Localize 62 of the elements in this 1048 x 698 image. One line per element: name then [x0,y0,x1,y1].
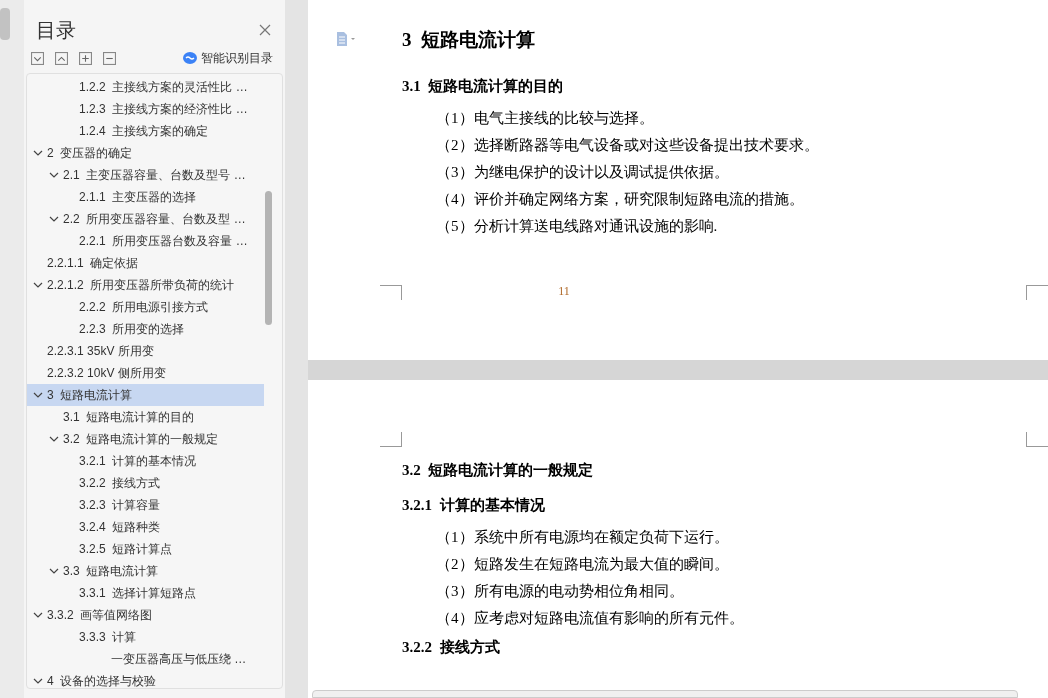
list-item: （4）评价并确定网络方案，研究限制短路电流的措施。 [436,190,805,209]
toc-item[interactable]: 3.2.3 计算容量 [27,494,264,516]
horizontal-scrollbar[interactable] [312,690,1018,698]
list-item: （3）所有电源的电动势相位角相同。 [436,582,685,601]
toc-item[interactable]: 2.2.3.2 10kV 侧所用变 [27,362,264,384]
toc-item[interactable]: 3 短路电流计算 [27,384,264,406]
chevron-icon[interactable] [49,434,59,444]
toc-item[interactable]: 3.2 短路电流计算的一般规定 [27,428,264,450]
plus-icon[interactable] [79,51,92,65]
list-item: （4）应考虑对短路电流值有影响的所有元件。 [436,609,745,628]
close-icon[interactable] [259,24,271,36]
toc-item[interactable]: 2 变压器的确定 [27,142,264,164]
list-item: （2）短路发生在短路电流为最大值的瞬间。 [436,555,730,574]
toc-item[interactable]: 2.2 所用变压器容量、台数及型 … [27,208,264,230]
chevron-icon[interactable] [49,170,59,180]
toc-item[interactable]: 3.1 短路电流计算的目的 [27,406,264,428]
toc-item[interactable]: 3.2.5 短路计算点 [27,538,264,560]
toc-item[interactable]: 2.2.2 所用电源引接方式 [27,296,264,318]
toc-item[interactable]: 4 设备的选择与校验 [27,670,264,692]
subheading: 3.2.1 计算的基本情况 [402,495,546,515]
toc-item[interactable]: 2.2.3.1 35kV 所用变 [27,340,264,362]
toc-item[interactable]: 2.1.1 主变压器的选择 [27,186,264,208]
toc-item[interactable]: 2.2.3 所用变的选择 [27,318,264,340]
chevron-icon[interactable] [49,566,59,576]
subheading: 3.2 短路电流计算的一般规定 [402,461,595,480]
toc-item[interactable]: 3.2.2 接线方式 [27,472,264,494]
chevron-icon[interactable] [33,390,43,400]
heading: 3 短路电流计算 [402,28,536,52]
minus-icon[interactable] [103,51,116,65]
chevron-icon[interactable] [33,676,43,686]
list-item: （1）系统中所有电源均在额定负荷下运行。 [436,528,730,547]
toc-item[interactable]: 1.2.2 主接线方案的灵活性比 … [27,76,264,98]
toc-item[interactable]: 1.2.3 主接线方案的经济性比 … [27,98,264,120]
chevron-icon[interactable] [33,148,43,158]
subheading: 3.2.2 接线方式 [402,638,501,657]
list-item: （5）分析计算送电线路对通讯设施的影响. [436,217,719,236]
list-item: （1）电气主接线的比较与选择。 [436,109,655,128]
toc-item[interactable]: 3.3 短路电流计算 [27,560,264,582]
list-item: （3）为继电保护的设计以及调试提供依据。 [436,163,730,182]
toc-item[interactable]: 3.3.2 画等值网络图 [27,604,264,626]
collapse-all-icon[interactable] [55,51,68,65]
panel-title: 目录 [36,18,76,43]
chevron-icon[interactable] [33,280,43,290]
scrollbar-thumb[interactable] [265,191,272,325]
toc-item[interactable]: 3.3.1 选择计算短路点 [27,582,264,604]
toc-item[interactable]: 2.2.1 所用变压器台数及容量 … [27,230,264,252]
list-item: （2）选择断路器等电气设备或对这些设备提出技术要求。 [436,136,820,155]
toc-item[interactable]: 3.3.3 计算 [27,626,264,648]
expand-all-icon[interactable] [31,51,44,65]
toc-item[interactable]: 2.2.1.1 确定依据 [27,252,264,274]
chevron-icon[interactable] [49,214,59,224]
toc-item[interactable]: 3.2.1 计算的基本情况 [27,450,264,472]
smart-toc-button[interactable]: 智能识别目录 [183,49,273,67]
chevron-icon[interactable] [33,610,43,620]
toc-item[interactable]: 2.2.1.2 所用变压器所带负荷的统计 [27,274,264,296]
page-number: 11 [558,283,570,300]
subheading: 3.1 短路电流计算的目的 [402,76,565,96]
toc-item[interactable]: 1.2.4 主接线方案的确定 [27,120,264,142]
toc-item[interactable]: 3.2.4 短路种类 [27,516,264,538]
toc-item[interactable]: 一变压器高压与低压绕 … [27,648,264,670]
scrollbar-thumb[interactable] [0,8,10,40]
toc-item[interactable]: 2.1 主变压器容量、台数及型号 … [27,164,264,186]
